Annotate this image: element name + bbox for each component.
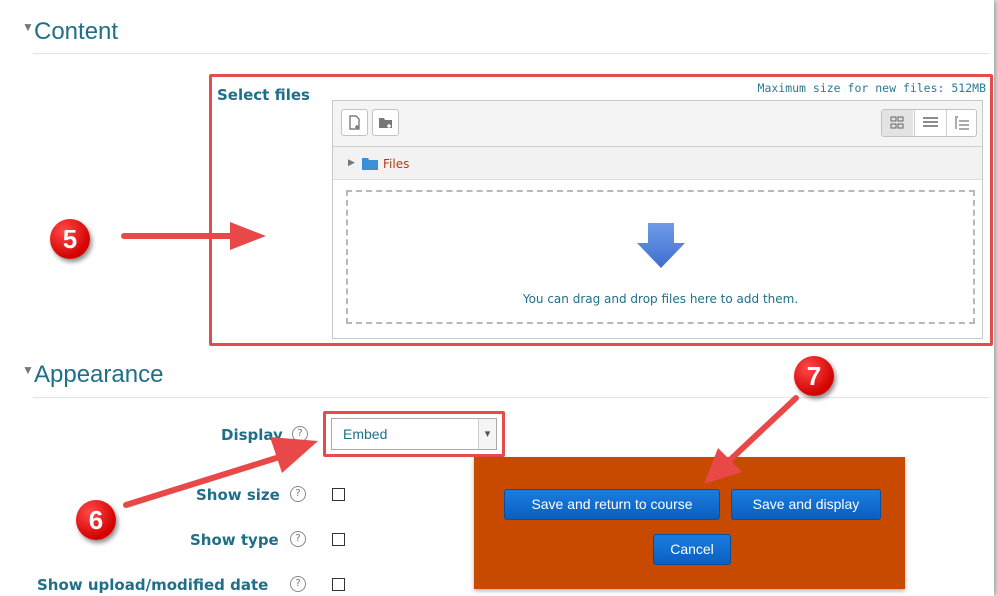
arrow-to-save-button bbox=[704, 395, 799, 484]
create-folder-button[interactable] bbox=[372, 109, 399, 136]
step-7-marker: 7 bbox=[794, 356, 834, 396]
add-file-button[interactable] bbox=[341, 109, 368, 136]
tree-view-icon bbox=[955, 116, 969, 130]
show-type-checkbox[interactable] bbox=[332, 533, 345, 546]
grid-view-icon bbox=[890, 116, 904, 129]
grid-view-button[interactable] bbox=[882, 110, 913, 136]
show-date-label: Show upload/modified date bbox=[37, 576, 269, 594]
cancel-button[interactable]: Cancel bbox=[653, 534, 731, 565]
arrow-to-display-select bbox=[123, 437, 318, 508]
view-mode-toggle bbox=[881, 109, 977, 137]
file-manager-toolbar bbox=[333, 101, 982, 147]
expand-arrow-icon[interactable]: ▶ bbox=[348, 157, 355, 168]
drop-hint: You can drag and drop files here to add … bbox=[522, 292, 799, 306]
file-manager: ▶ Files You can drag and drop files here… bbox=[332, 100, 983, 339]
content-section-header[interactable]: ▼ Content bbox=[22, 18, 119, 46]
appearance-section-title: Appearance bbox=[34, 361, 164, 388]
max-size-note: Maximum size for new files: 512MB bbox=[757, 81, 986, 95]
folder-icon bbox=[362, 158, 378, 170]
caret-down-icon: ▾ bbox=[478, 419, 496, 449]
moodle-form-page: ▼ Content Select files Maximum size for … bbox=[0, 0, 994, 596]
content-section-title: Content bbox=[34, 18, 119, 45]
collapse-triangle-icon: ▼ bbox=[22, 363, 34, 377]
step-5-marker: 5 bbox=[50, 219, 90, 259]
create-folder-icon bbox=[379, 118, 392, 128]
list-view-button[interactable] bbox=[914, 110, 946, 136]
help-icon[interactable]: ? bbox=[290, 576, 306, 592]
path-folder-link[interactable]: Files bbox=[383, 157, 409, 171]
appearance-section-header[interactable]: ▼ Appearance bbox=[22, 361, 164, 389]
show-type-label: Show type bbox=[190, 531, 279, 549]
action-buttons-panel: Save and return to course Save and displ… bbox=[474, 457, 905, 589]
appearance-divider bbox=[33, 397, 990, 398]
step-6-marker: 6 bbox=[76, 500, 116, 540]
add-file-icon bbox=[349, 115, 360, 130]
path-bar: ▶ Files bbox=[333, 147, 982, 180]
display-select[interactable]: Embed ▾ bbox=[331, 418, 497, 450]
save-and-display-button[interactable]: Save and display bbox=[731, 489, 881, 520]
content-divider bbox=[33, 53, 990, 54]
tree-view-button[interactable] bbox=[946, 110, 978, 136]
save-and-return-button[interactable]: Save and return to course bbox=[504, 489, 720, 520]
help-icon[interactable]: ? bbox=[290, 531, 306, 547]
collapse-triangle-icon: ▼ bbox=[22, 20, 34, 34]
drop-zone[interactable]: You can drag and drop files here to add … bbox=[346, 190, 975, 324]
list-view-icon bbox=[923, 117, 938, 127]
arrow-to-file-picker bbox=[121, 222, 266, 250]
show-date-checkbox[interactable] bbox=[332, 578, 345, 591]
down-arrow-icon bbox=[637, 223, 685, 268]
select-files-label: Select files bbox=[217, 86, 310, 104]
